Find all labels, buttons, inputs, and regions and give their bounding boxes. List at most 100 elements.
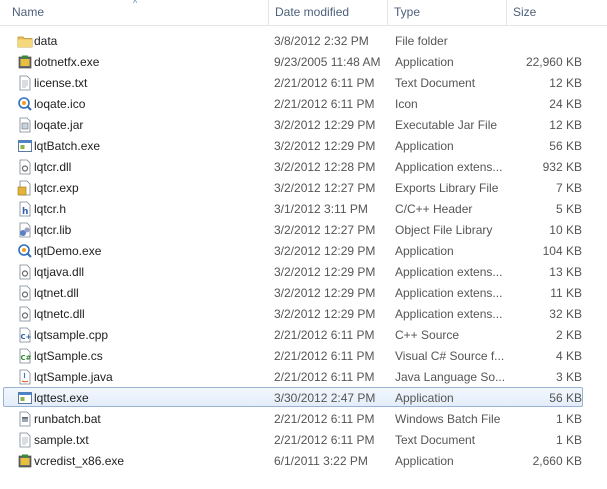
file-type: Text Document xyxy=(395,76,476,90)
file-size: 3 KB xyxy=(555,370,582,384)
file-name: loqate.jar xyxy=(34,118,84,132)
file-row[interactable]: dotnetfx.exe 9/23/2005 11:48 AM Applicatio… xyxy=(3,51,583,71)
file-date-modified: 3/30/2012 2:47 PM xyxy=(274,391,376,405)
file-size: 2 KB xyxy=(555,328,582,342)
file-row[interactable]: data 3/8/2012 2:32 PM File folder xyxy=(3,30,583,50)
file-name: vcredist_x86.exe xyxy=(34,454,125,468)
file-row[interactable]: lqtBatch.exe 3/2/2012 12:29 PM Application… xyxy=(3,135,583,155)
file-date-modified: 6/1/2011 3:22 PM xyxy=(274,454,368,468)
size-column-label: Size xyxy=(513,5,537,19)
file-row[interactable]: license.txt 2/21/2012 6:11 PM Text Documen… xyxy=(3,72,583,92)
header-file-icon: h xyxy=(17,201,33,217)
loqate-icon xyxy=(17,96,33,112)
name-column-label: Name xyxy=(12,5,45,19)
file-date-modified: 2/21/2012 6:11 PM xyxy=(274,370,375,384)
file-type: Exports Library File xyxy=(395,181,499,195)
date-column-label: Date modified xyxy=(275,5,350,19)
file-type: Application extens... xyxy=(395,265,503,279)
file-size: 22,960 KB xyxy=(525,55,582,69)
size-column-header[interactable]: Size xyxy=(507,0,607,25)
folder-icon xyxy=(17,33,33,49)
file-type: C++ Source xyxy=(395,328,460,342)
file-size: 11 KB xyxy=(550,286,582,300)
file-date-modified: 3/2/2012 12:29 PM xyxy=(274,118,376,132)
application-icon xyxy=(17,390,33,406)
file-name: lqtcr.lib xyxy=(34,223,72,237)
file-name: lqtsample.cpp xyxy=(34,328,109,342)
file-row[interactable]: lqtSample.java 2/21/2012 6:11 PM Java Lang… xyxy=(3,366,583,386)
type-column-label: Type xyxy=(394,5,421,19)
exp-file-icon xyxy=(17,180,33,196)
file-type: Application xyxy=(395,391,454,405)
file-date-modified: 2/21/2012 6:11 PM xyxy=(274,328,375,342)
file-name: lqtcr.dll xyxy=(34,160,72,174)
application-icon xyxy=(17,138,33,154)
file-type: Application xyxy=(395,454,454,468)
file-date-modified: 2/21/2012 6:11 PM xyxy=(274,349,375,363)
file-name: lqtcr.h xyxy=(34,202,67,216)
file-date-modified: 3/1/2012 3:11 PM xyxy=(274,202,368,216)
file-row[interactable]: h lqtcr.h 3/1/2012 3:11 PM C/C++ Header 5 KB xyxy=(3,198,583,218)
file-size: 32 KB xyxy=(549,307,582,321)
file-row[interactable]: lqtjava.dll 3/2/2012 12:29 PM Application … xyxy=(3,261,583,281)
file-date-modified: 2/21/2012 6:11 PM xyxy=(274,97,375,111)
file-row[interactable]: lqtcr.lib 3/2/2012 12:27 PM Object File Li… xyxy=(3,219,583,239)
file-date-modified: 3/2/2012 12:27 PM xyxy=(274,181,376,195)
file-row[interactable]: sample.txt 2/21/2012 6:11 PM Text Document… xyxy=(3,429,583,449)
file-date-modified: 3/2/2012 12:29 PM xyxy=(274,139,376,153)
file-row[interactable]: lqtcr.dll 3/2/2012 12:28 PM Application ex… xyxy=(3,156,583,176)
batch-file-icon xyxy=(17,411,33,427)
file-name: license.txt xyxy=(34,76,88,90)
file-name: loqate.ico xyxy=(34,97,86,111)
file-row[interactable]: C+ lqtsample.cpp 2/21/2012 6:11 PM C++ Sour… xyxy=(3,324,583,344)
file-name: lqtBatch.exe xyxy=(34,139,101,153)
dll-file-icon xyxy=(17,264,33,280)
file-size: 10 KB xyxy=(549,223,582,237)
type-column-header[interactable]: Type xyxy=(388,0,507,25)
file-type: C/C++ Header xyxy=(395,202,473,216)
file-row[interactable]: lqtnetc.dll 3/2/2012 12:29 PM Application … xyxy=(3,303,583,323)
file-type: Application extens... xyxy=(395,307,503,321)
column-header-bar: Name ^ Date modified Type Size xyxy=(0,0,607,26)
file-type: Application xyxy=(395,139,454,153)
file-row[interactable]: C# lqtSample.cs 2/21/2012 6:11 PM Visual C#… xyxy=(3,345,583,365)
file-name: lqtjava.dll xyxy=(34,265,85,279)
file-size: 5 KB xyxy=(555,202,582,216)
file-date-modified: 3/2/2012 12:29 PM xyxy=(274,307,376,321)
lib-file-icon xyxy=(17,222,33,238)
file-type: Application xyxy=(395,55,454,69)
file-name: data xyxy=(34,34,58,48)
file-row[interactable]: lqtnet.dll 3/2/2012 12:29 PM Application e… xyxy=(3,282,583,302)
file-row[interactable]: loqate.ico 2/21/2012 6:11 PM Icon 24 KB xyxy=(3,93,583,113)
installer-icon xyxy=(17,54,33,70)
file-row[interactable]: loqate.jar 3/2/2012 12:29 PM Executable Ja… xyxy=(3,114,583,134)
svg-text:h: h xyxy=(22,207,28,217)
cpp-file-icon: C+ xyxy=(17,327,33,343)
file-size: 7 KB xyxy=(555,181,582,195)
file-type: Application xyxy=(395,244,454,258)
text-file-icon xyxy=(17,432,33,448)
file-type: Application extens... xyxy=(395,160,503,174)
loqate-icon xyxy=(17,243,33,259)
file-size: 13 KB xyxy=(549,265,582,279)
name-column-header[interactable]: Name xyxy=(6,0,269,25)
svg-text:C+: C+ xyxy=(21,333,32,341)
file-row[interactable]: lqtDemo.exe 3/2/2012 12:29 PM Application 1… xyxy=(3,240,583,260)
file-size: 56 KB xyxy=(549,391,582,405)
date-column-header[interactable]: Date modified xyxy=(269,0,388,25)
file-row[interactable]: lqttest.exe 3/30/2012 2:47 PM Application 5… xyxy=(3,387,583,407)
java-file-icon xyxy=(17,369,33,385)
file-row[interactable]: lqtcr.exp 3/2/2012 12:27 PM Exports Librar… xyxy=(3,177,583,197)
file-name: lqtcr.exp xyxy=(34,181,79,195)
text-file-icon xyxy=(17,75,33,91)
file-type: Visual C# Source f... xyxy=(395,349,505,363)
file-size: 932 KB xyxy=(542,160,582,174)
file-name: lqtnet.dll xyxy=(34,286,79,300)
file-row[interactable]: runbatch.bat 2/21/2012 6:11 PM Windows Bat… xyxy=(3,408,583,428)
file-name: lqtSample.cs xyxy=(34,349,103,363)
file-size: 56 KB xyxy=(549,139,582,153)
file-row[interactable]: vcredist_x86.exe 6/1/2011 3:22 PM Applicat… xyxy=(3,450,583,470)
file-size: 12 KB xyxy=(549,118,582,132)
dll-file-icon xyxy=(17,159,33,175)
file-date-modified: 3/2/2012 12:29 PM xyxy=(274,286,376,300)
